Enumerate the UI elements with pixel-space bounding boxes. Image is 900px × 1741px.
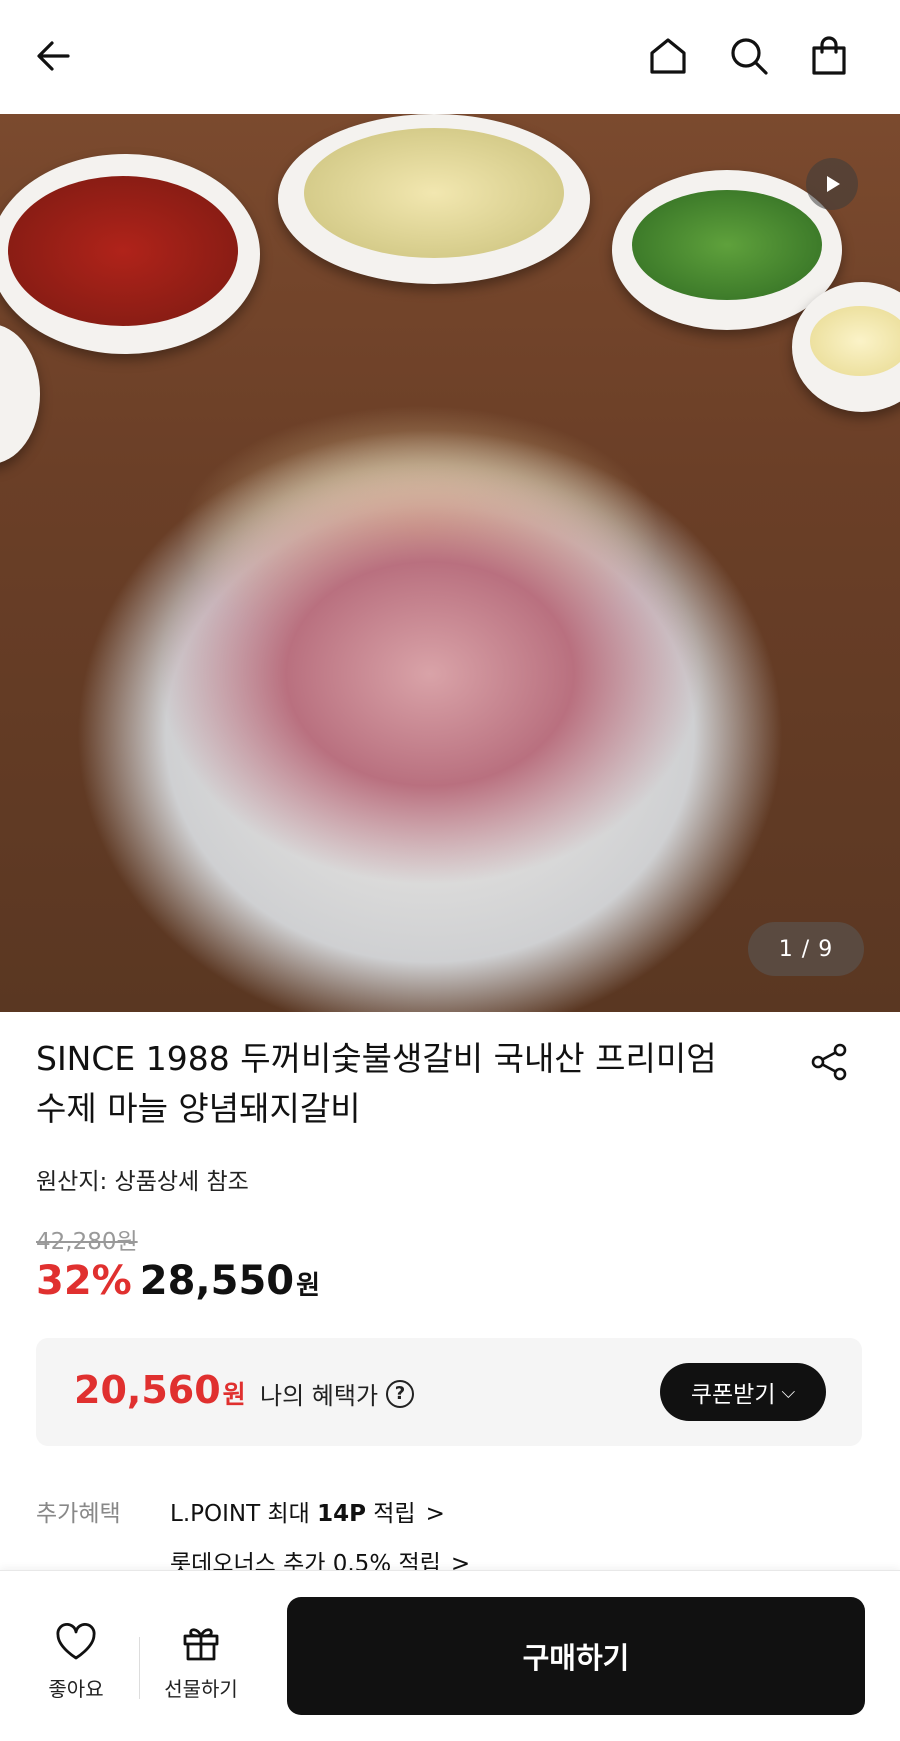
like-button[interactable]: 좋아요 [26,1619,126,1702]
share-icon [811,1043,847,1081]
image-page-indicator: 1 / 9 [748,922,864,976]
currency-unit: 원 [296,1271,321,1301]
divider [139,1637,140,1699]
arrow-left-icon[interactable] [28,30,80,82]
extra-benefit-label: 추가혜택 [36,1501,121,1527]
original-price: 42,280원 [36,1229,138,1255]
help-icon[interactable]: ? [386,1379,415,1408]
lpoint-suffix: 적립 [365,1501,416,1527]
side-dish-bowl [0,324,40,464]
coupon-button-label: 쿠폰받기 [690,1382,776,1408]
home-icon[interactable] [642,30,694,82]
share-button[interactable] [808,1040,856,1088]
benefit-currency: 원 [222,1380,246,1409]
side-dish-bowl [278,114,590,284]
lpoint-benefit-link[interactable]: L.POINT 최대 14P 적립 > [170,1494,445,1528]
benefit-label-text: 나의 혜택가 [260,1382,379,1410]
product-title: SINCE 1988 두꺼비숯불생갈비 국내산 프리미엄 수제 마늘 양념돼지갈… [36,1039,717,1128]
lpoint-amount: 14P [317,1501,366,1527]
gift-button[interactable]: 선물하기 [151,1619,251,1702]
get-coupon-button[interactable]: 쿠폰받기 ⌵ [660,1363,826,1421]
benefit-price: 20,560 원 [74,1368,246,1412]
gift-icon [183,1628,219,1661]
chevron-down-icon: ⌵ [781,1381,796,1403]
heart-icon [56,1623,96,1660]
buy-button[interactable]: 구매하기 [287,1597,865,1715]
top-navigation-bar [0,0,900,114]
my-benefit-box: 20,560 원 나의 혜택가 ? 쿠폰받기 ⌵ [36,1338,862,1446]
play-video-button[interactable] [806,158,858,210]
bottom-action-bar: 좋아요 선물하기 구매하기 [0,1570,900,1741]
shopping-bag-icon[interactable] [803,30,855,82]
like-label: 좋아요 [48,1677,104,1701]
benefit-label: 나의 혜택가 ? [260,1376,415,1411]
side-dish-bowl [0,154,260,354]
benefit-price-value: 20,560 [74,1368,221,1412]
chevron-right-icon: > [425,1501,445,1527]
search-icon[interactable] [723,30,775,82]
lpoint-text: L.POINT 최대 [170,1501,318,1527]
product-title-row: SINCE 1988 두꺼비숯불생갈비 국내산 프리미엄 수제 마늘 양념돼지갈… [36,1034,866,1134]
price-row: 32% 28,550 원 [36,1258,320,1304]
gift-label: 선물하기 [164,1677,238,1701]
play-icon [827,176,840,192]
discount-rate: 32% [36,1258,132,1304]
origin-info: 원산지: 상품상세 참조 [36,1169,249,1195]
product-image-gallery[interactable]: 1 / 9 [0,114,900,1012]
sale-price: 28,550 [139,1258,295,1304]
